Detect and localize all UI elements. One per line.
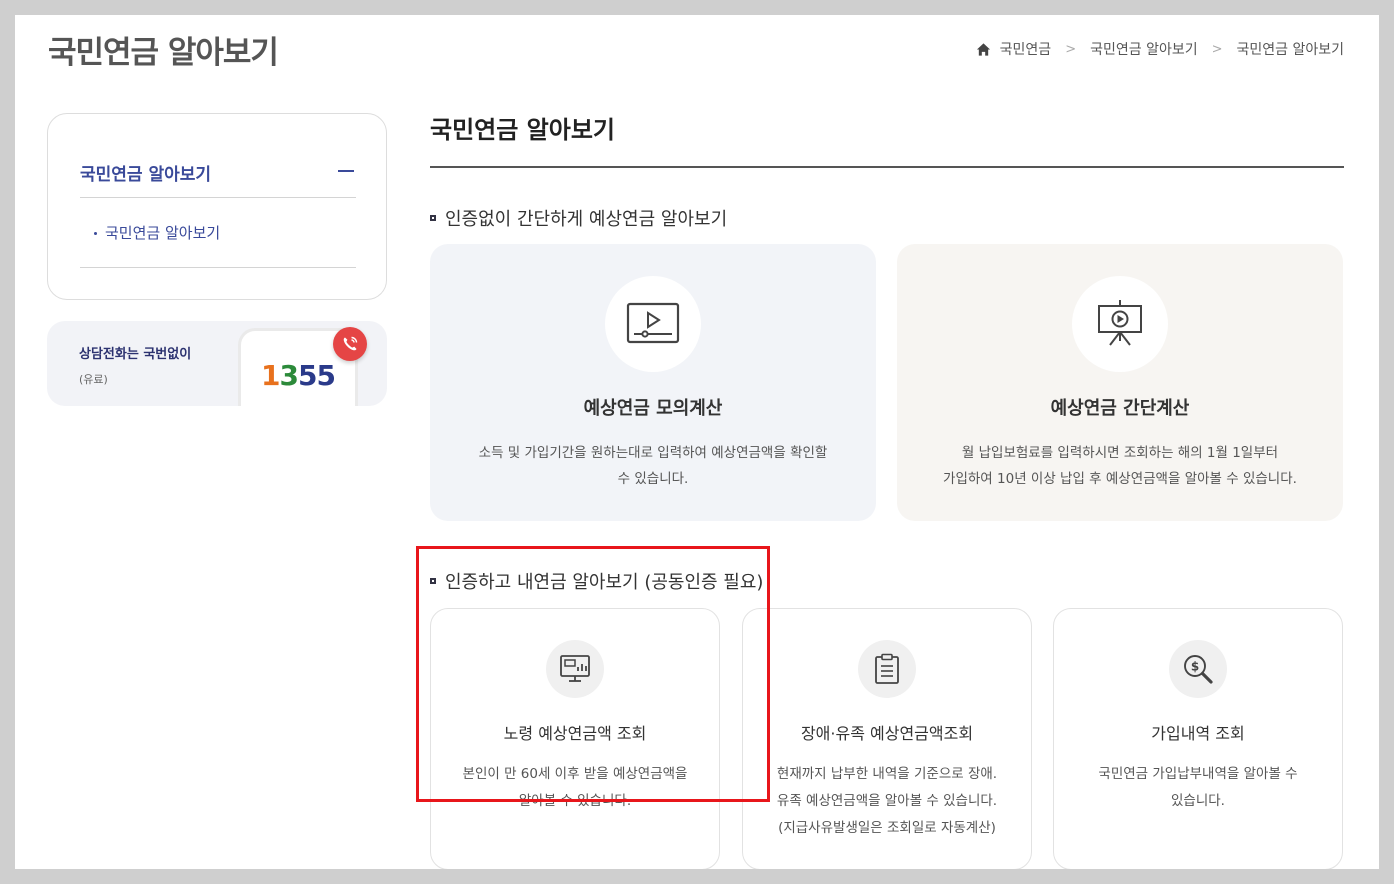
sidebar-menu-header[interactable]: 국민연금 알아보기 bbox=[80, 160, 356, 198]
bullet-icon bbox=[94, 232, 97, 235]
card-title: 예상연금 간단계산 bbox=[1050, 398, 1190, 419]
page-title: 국민연금 알아보기 bbox=[48, 35, 279, 71]
call-number-digit: 1 bbox=[261, 359, 281, 392]
breadcrumb: 국민연금 > 국민연금 알아보기 > 국민연금 알아보기 bbox=[976, 39, 1344, 59]
square-bullet-icon bbox=[430, 578, 436, 584]
call-number-digit: 5 bbox=[316, 359, 336, 392]
card-description: 월 납입보험료를 입력하시면 조회하는 해의 1월 1일부터 가입하여 10년 … bbox=[943, 445, 1297, 487]
call-center-banner[interactable]: 상담전화는 국번없이 (유료) 1355 bbox=[47, 321, 387, 406]
call-number-digit: 3 bbox=[279, 359, 299, 392]
phone-call-icon bbox=[333, 327, 367, 361]
title-divider bbox=[430, 166, 1344, 168]
presentation-board-icon bbox=[1072, 276, 1168, 372]
call-banner-subtitle: (유료) bbox=[79, 373, 108, 386]
sidebar-menu: 국민연금 알아보기 국민연금 알아보기 bbox=[47, 113, 387, 300]
section-heading-no-auth: 인증없이 간단하게 예상연금 알아보기 bbox=[430, 205, 727, 231]
card-description: 현재까지 납부한 내역을 기준으로 장애. 유족 예상연금액을 알아볼 수 있습… bbox=[776, 766, 998, 836]
breadcrumb-item-current[interactable]: 국민연금 알아보기 bbox=[1237, 39, 1345, 59]
breadcrumb-item-home[interactable]: 국민연금 bbox=[1000, 39, 1052, 59]
card-description: 본인이 만 60세 이후 받을 예상연금액을 알아볼 수 있습니다. bbox=[462, 766, 688, 809]
breadcrumb-separator-icon: > bbox=[1211, 41, 1223, 57]
call-number-digit: 5 bbox=[297, 359, 318, 392]
call-number: 1355 bbox=[261, 359, 336, 392]
card-pension-simulation[interactable]: 예상연금 모의계산 소득 및 가입기간을 원하는대로 입력하여 예상연금액을 확… bbox=[430, 244, 876, 521]
svg-text:$: $ bbox=[1191, 660, 1199, 674]
call-banner-title: 상담전화는 국번없이 bbox=[79, 347, 192, 362]
card-description: 국민연금 가입납부내역을 알아볼 수 있습니다. bbox=[1098, 766, 1298, 809]
card-title: 장애·유족 예상연금액조회 bbox=[800, 724, 974, 743]
breadcrumb-item[interactable]: 국민연금 알아보기 bbox=[1090, 39, 1198, 59]
page: 국민연금 알아보기 국민연금 > 국민연금 알아보기 > 국민연금 알아보기 국… bbox=[15, 15, 1379, 869]
card-title: 예상연금 모의계산 bbox=[583, 398, 723, 419]
section-heading-auth: 인증하고 내연금 알아보기 (공동인증 필요) bbox=[430, 568, 763, 594]
card-disability-survivor-pension[interactable]: 장애·유족 예상연금액조회 현재까지 납부한 내역을 기준으로 장애. 유족 예… bbox=[742, 608, 1032, 869]
section-heading-label: 인증하고 내연금 알아보기 (공동인증 필요) bbox=[445, 572, 764, 593]
section-heading-label: 인증없이 간단하게 예상연금 알아보기 bbox=[445, 209, 728, 230]
sidebar-menu-title[interactable]: 국민연금 알아보기 bbox=[80, 160, 211, 197]
card-title: 노령 예상연금액 조회 bbox=[503, 724, 647, 743]
card-old-age-pension[interactable]: 노령 예상연금액 조회 본인이 만 60세 이후 받을 예상연금액을 알아볼 수… bbox=[430, 608, 720, 869]
card-enrollment-history[interactable]: $ 가입내역 조회 국민연금 가입납부내역을 알아볼 수 있습니다. bbox=[1053, 608, 1343, 869]
card-title: 가입내역 조회 bbox=[1151, 724, 1245, 743]
card-description: 소득 및 가입기간을 원하는대로 입력하여 예상연금액을 확인할 수 있습니다. bbox=[478, 445, 828, 487]
sidebar-item-label[interactable]: 국민연금 알아보기 bbox=[105, 224, 220, 242]
card-pension-quick-calc[interactable]: 예상연금 간단계산 월 납입보험료를 입력하시면 조회하는 해의 1월 1일부터… bbox=[897, 244, 1343, 521]
breadcrumb-separator-icon: > bbox=[1065, 41, 1077, 57]
collapse-icon[interactable] bbox=[338, 170, 354, 172]
square-bullet-icon bbox=[430, 215, 436, 221]
home-icon[interactable] bbox=[976, 42, 991, 57]
content-title: 국민연금 알아보기 bbox=[430, 116, 615, 144]
video-monitor-icon bbox=[605, 276, 701, 372]
money-search-icon: $ bbox=[1169, 640, 1227, 698]
clipboard-icon bbox=[858, 640, 916, 698]
sidebar-item-pension-overview[interactable]: 국민연금 알아보기 bbox=[80, 198, 356, 268]
monitor-chart-icon bbox=[546, 640, 604, 698]
